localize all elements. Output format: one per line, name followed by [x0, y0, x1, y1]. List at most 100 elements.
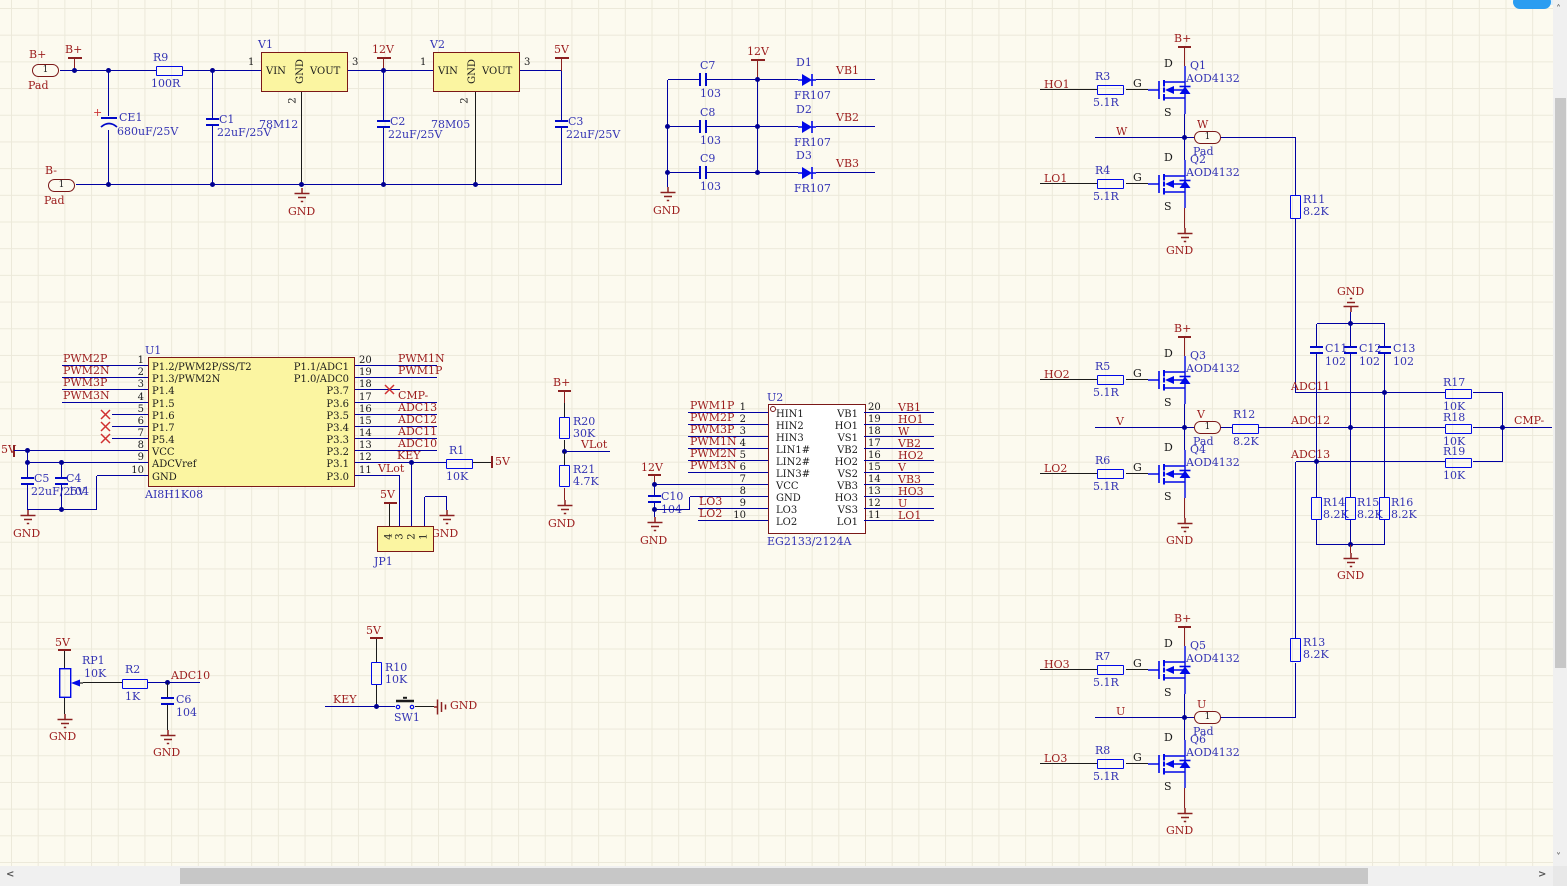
cap-ref: C7 — [700, 60, 715, 72]
wire — [1126, 763, 1148, 764]
resistor-r15[interactable] — [1345, 497, 1356, 520]
cap-val: 103 — [700, 135, 721, 147]
diode-d1[interactable] — [798, 73, 816, 87]
wire — [1384, 354, 1385, 497]
cap-c2[interactable] — [377, 120, 390, 128]
pad-v[interactable]: 1 — [1194, 421, 1221, 434]
pin-name: HIN2 — [776, 421, 804, 432]
wire — [389, 504, 390, 526]
scroll-left-arrow-icon[interactable]: < — [6, 869, 14, 880]
wire — [707, 79, 798, 80]
cap-c10[interactable] — [648, 495, 661, 503]
ic-part: AI8H1K08 — [145, 489, 203, 501]
resistor-r18[interactable] — [1445, 424, 1472, 434]
wire — [564, 403, 565, 417]
resistor-r6[interactable] — [1097, 469, 1124, 479]
resistor-r3[interactable] — [1097, 85, 1124, 95]
gnd-icon — [1177, 808, 1193, 823]
ic-ref: V1 — [258, 39, 273, 51]
gnd-label: GND — [1166, 825, 1193, 837]
cap-c1[interactable] — [206, 118, 219, 126]
pin-number: 15 — [359, 416, 372, 427]
cap-c6[interactable] — [161, 697, 174, 705]
resistor-r12[interactable] — [1232, 424, 1259, 434]
cap-c5[interactable] — [21, 477, 34, 485]
pin-name: HO1 — [820, 421, 858, 432]
mosfet-s-label: S — [1164, 687, 1172, 699]
pin-number: 2 — [126, 367, 144, 378]
wire — [1126, 379, 1148, 380]
resistor-r13[interactable] — [1290, 638, 1301, 662]
gnd-icon — [434, 699, 446, 715]
resistor-r17[interactable] — [1445, 389, 1472, 399]
pot-val: 10K — [84, 668, 106, 680]
resistor-val: 1K — [125, 691, 140, 703]
wire — [399, 476, 400, 526]
net-label-pwm1p: PWM1P — [398, 365, 442, 377]
mosfet-ref: Q6 — [1190, 734, 1206, 746]
pin-name: VOUT — [310, 66, 340, 77]
resistor-r4[interactable] — [1097, 179, 1124, 189]
schematic-canvas[interactable]: B+ 1 Pad B+ R9 100R + CE1 680uF/25V C1 2… — [0, 0, 1567, 886]
horizontal-scrollbar-thumb[interactable] — [180, 868, 1368, 884]
gnd-label: GND — [431, 528, 458, 540]
diode-d2[interactable] — [798, 120, 816, 134]
cap-c7[interactable] — [699, 73, 707, 86]
resistor-r8[interactable] — [1097, 759, 1124, 769]
resistor-r5[interactable] — [1097, 375, 1124, 385]
resistor-val: 10K — [385, 674, 407, 686]
resistor-r16[interactable] — [1379, 497, 1390, 520]
pin-name: VIN — [438, 66, 458, 77]
cap-c11[interactable] — [1310, 346, 1323, 354]
scroll-right-arrow-icon[interactable]: > — [1538, 869, 1546, 880]
wire — [473, 462, 492, 463]
resistor-r9[interactable] — [156, 66, 183, 76]
resistor-r21[interactable] — [559, 465, 570, 487]
pin-number: 1 — [420, 57, 426, 68]
wire — [148, 682, 200, 683]
pad-bplus[interactable]: 1 — [32, 64, 59, 77]
pin-name: P3.3 — [285, 435, 349, 446]
scroll-down-arrow-icon[interactable]: ˅ — [1556, 852, 1561, 863]
mosfet-s-label: S — [1164, 107, 1172, 119]
gnd-label: GND — [1337, 570, 1364, 582]
net-label-bplus-pad: B+ — [29, 49, 46, 61]
resistor-r20[interactable] — [559, 417, 570, 439]
resistor-r14[interactable] — [1311, 497, 1322, 520]
scroll-up-arrow-icon[interactable]: ˄ — [1556, 4, 1561, 15]
net-label-u-pad: U — [1197, 699, 1206, 711]
resistor-r10[interactable] — [371, 662, 382, 685]
mosfet-ref: Q2 — [1190, 154, 1206, 166]
wire — [167, 683, 168, 697]
power-flag-12v: 12V — [372, 44, 394, 56]
cap-c8[interactable] — [699, 120, 707, 133]
resistor-r7[interactable] — [1097, 665, 1124, 675]
resistor-r2[interactable] — [122, 679, 148, 689]
mosfet-part: AOD4132 — [1186, 73, 1240, 85]
pin-number: 13 — [359, 440, 372, 451]
wire — [654, 485, 655, 495]
cap-ce1[interactable] — [100, 116, 118, 130]
resistor-r11[interactable] — [1290, 195, 1301, 219]
resistor-r19[interactable] — [1445, 458, 1472, 468]
pad-u[interactable]: 1 — [1194, 711, 1221, 724]
pad-bminus[interactable]: 1 — [48, 179, 75, 192]
vertical-scrollbar-thumb[interactable] — [1555, 98, 1566, 668]
pin-number: 16 — [359, 404, 372, 415]
cap-c9[interactable] — [699, 166, 707, 179]
diode-d3[interactable] — [798, 166, 816, 180]
resistor-ref: R7 — [1095, 651, 1110, 663]
switch-sw1[interactable] — [395, 697, 415, 711]
potentiometer-rp1[interactable] — [59, 668, 83, 698]
pad-w[interactable]: 1 — [1194, 131, 1221, 144]
resistor-val: 5.1R — [1093, 387, 1119, 399]
resistor-val: 10K — [1443, 470, 1465, 482]
gnd-label: GND — [1166, 535, 1193, 547]
cap-c3[interactable] — [555, 120, 568, 128]
power-flag-5v: 5V — [366, 625, 381, 637]
wire — [668, 172, 699, 173]
net-label-vb3: VB3 — [836, 158, 859, 170]
resistor-r1[interactable] — [446, 459, 473, 469]
cap-ref: C2 — [390, 116, 405, 128]
pad-bminus-type: Pad — [44, 195, 65, 207]
